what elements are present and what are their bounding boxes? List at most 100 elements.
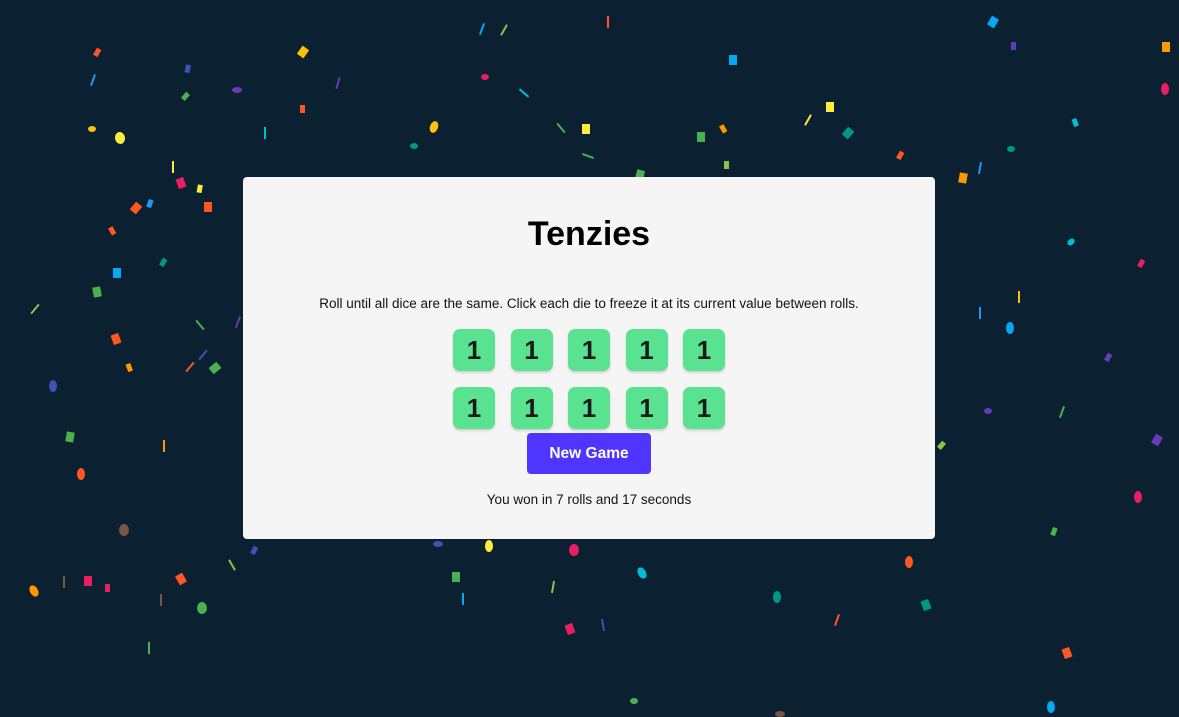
- die[interactable]: 1: [568, 387, 610, 429]
- confetti-piece: [204, 202, 212, 212]
- win-message: You won in 7 rolls and 17 seconds: [486, 492, 692, 507]
- dice-grid: 1 1 1 1 1 1 1 1 1 1: [453, 329, 725, 429]
- confetti-piece: [148, 642, 150, 654]
- confetti-piece: [896, 150, 905, 161]
- confetti-piece: [729, 55, 737, 65]
- confetti-piece: [433, 541, 443, 547]
- die[interactable]: 1: [625, 387, 668, 429]
- confetti-piece: [719, 124, 728, 134]
- confetti-piece: [697, 132, 705, 142]
- confetti-piece: [569, 544, 579, 556]
- confetti-piece: [1050, 526, 1058, 537]
- die[interactable]: 1: [683, 329, 725, 371]
- confetti-piece: [84, 576, 92, 586]
- confetti-piece: [175, 572, 187, 586]
- confetti-piece: [296, 45, 310, 59]
- confetti-piece: [105, 584, 110, 592]
- confetti-piece: [29, 585, 39, 597]
- confetti-piece: [114, 132, 126, 144]
- confetti-piece: [462, 593, 464, 605]
- confetti-piece: [1104, 352, 1113, 363]
- die[interactable]: 1: [510, 329, 553, 371]
- confetti-piece: [607, 16, 609, 28]
- confetti-piece: [637, 567, 647, 579]
- confetti-piece: [208, 361, 222, 375]
- confetti-piece: [1071, 117, 1079, 128]
- confetti-piece: [1018, 291, 1020, 303]
- confetti-piece: [159, 257, 168, 268]
- confetti-piece: [185, 361, 195, 373]
- confetti-piece: [110, 332, 122, 346]
- confetti-piece: [485, 540, 493, 552]
- confetti-piece: [452, 572, 460, 582]
- confetti-piece: [335, 76, 341, 90]
- confetti-piece: [108, 226, 117, 236]
- confetti-piece: [181, 91, 190, 101]
- confetti-piece: [300, 105, 305, 113]
- confetti-piece: [119, 524, 129, 536]
- confetti-piece: [977, 161, 983, 175]
- confetti-piece: [429, 121, 439, 133]
- confetti-piece: [49, 380, 57, 392]
- game-title: Tenzies: [527, 215, 651, 253]
- confetti-piece: [160, 594, 162, 606]
- confetti-piece: [65, 431, 75, 443]
- confetti-piece: [630, 698, 638, 704]
- confetti-piece: [556, 122, 566, 134]
- confetti-piece: [184, 64, 191, 74]
- die[interactable]: 1: [683, 387, 725, 429]
- confetti-piece: [724, 161, 729, 169]
- confetti-piece: [1047, 701, 1055, 713]
- confetti-piece: [228, 559, 236, 571]
- die[interactable]: 1: [568, 329, 610, 371]
- confetti-piece: [518, 88, 530, 98]
- die[interactable]: 1: [510, 387, 553, 429]
- confetti-piece: [1134, 491, 1142, 503]
- confetti-piece: [1059, 406, 1065, 418]
- confetti-piece: [63, 576, 65, 588]
- confetti-piece: [920, 598, 932, 612]
- confetti-piece: [958, 172, 968, 184]
- confetti-piece: [90, 74, 96, 86]
- confetti-piece: [984, 408, 992, 414]
- confetti-piece: [500, 24, 508, 36]
- confetti-piece: [195, 319, 205, 331]
- confetti-piece: [905, 556, 913, 568]
- confetti-piece: [1162, 42, 1170, 52]
- confetti-piece: [582, 124, 590, 134]
- confetti-piece: [175, 176, 187, 190]
- confetti-piece: [235, 316, 241, 328]
- confetti-piece: [834, 614, 840, 626]
- confetti-piece: [93, 47, 102, 58]
- confetti-piece: [88, 126, 96, 132]
- game-instructions: Roll until all dice are the same. Click …: [319, 296, 859, 311]
- game-card: Tenzies Roll until all dice are the same…: [243, 177, 935, 539]
- confetti-piece: [92, 286, 102, 298]
- confetti-piece: [198, 349, 208, 361]
- confetti-piece: [1007, 146, 1015, 152]
- confetti-piece: [1006, 322, 1014, 334]
- confetti-piece: [479, 23, 485, 35]
- confetti-piece: [481, 74, 489, 80]
- confetti-piece: [129, 201, 143, 215]
- confetti-piece: [937, 440, 946, 450]
- die[interactable]: 1: [453, 329, 495, 371]
- die[interactable]: 1: [453, 387, 495, 429]
- confetti-piece: [163, 440, 165, 452]
- die[interactable]: 1: [625, 329, 668, 371]
- confetti-piece: [264, 127, 266, 139]
- confetti-piece: [582, 153, 594, 159]
- confetti-piece: [113, 268, 121, 278]
- confetti-piece: [1011, 42, 1016, 50]
- confetti-piece: [172, 161, 174, 173]
- new-game-button[interactable]: New Game: [527, 433, 651, 474]
- confetti-piece: [987, 15, 999, 29]
- confetti-piece: [197, 602, 207, 614]
- confetti-piece: [30, 303, 40, 315]
- confetti-piece: [1151, 433, 1163, 447]
- confetti-piece: [804, 114, 812, 126]
- confetti-piece: [232, 87, 242, 93]
- confetti-piece: [550, 580, 556, 594]
- confetti-piece: [146, 198, 154, 209]
- confetti-piece: [410, 143, 418, 149]
